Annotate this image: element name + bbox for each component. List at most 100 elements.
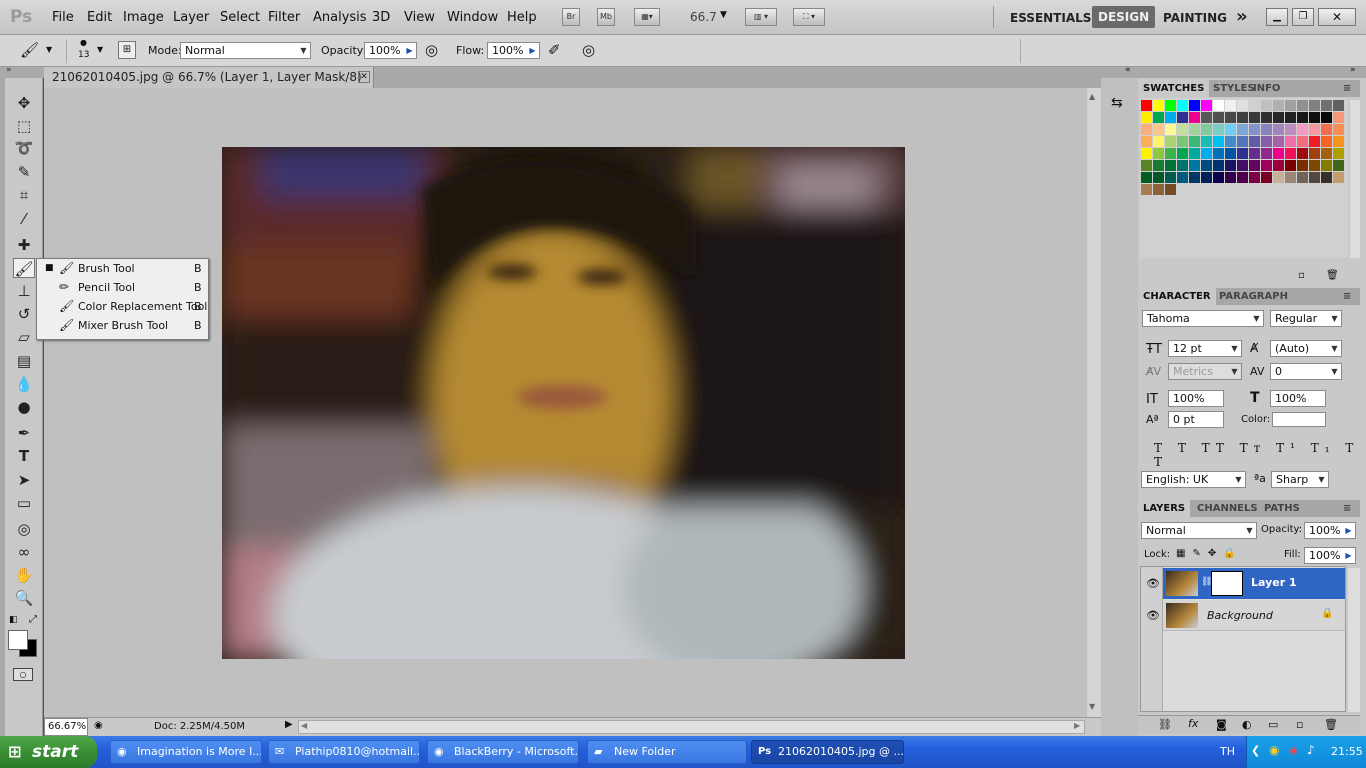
3d-orbit-tool-icon[interactable]: ∞ xyxy=(13,542,35,562)
tray-arrow-icon[interactable]: ❮ xyxy=(1251,744,1260,757)
panel-menu-icon[interactable]: ≡ xyxy=(1338,500,1356,517)
color-swatch[interactable] xyxy=(1237,172,1248,183)
menu-analysis[interactable]: Analysis xyxy=(313,10,367,25)
color-swatch[interactable] xyxy=(1213,112,1224,123)
status-info-icon[interactable]: ◉ xyxy=(94,720,103,731)
tab-info[interactable]: INFO xyxy=(1248,80,1285,97)
color-swatch[interactable] xyxy=(1285,136,1296,147)
color-swatch[interactable] xyxy=(1213,172,1224,183)
color-swatch[interactable] xyxy=(1261,160,1272,171)
layer-mask-thumbnail[interactable] xyxy=(1211,571,1243,596)
quick-mask-icon[interactable]: ○ xyxy=(13,668,33,681)
tab-channels[interactable]: CHANNELS xyxy=(1192,500,1263,517)
color-swatch[interactable] xyxy=(1261,148,1272,159)
color-swatch[interactable] xyxy=(1153,112,1164,123)
color-swatch[interactable] xyxy=(1153,124,1164,135)
color-swatch[interactable] xyxy=(1225,100,1236,111)
color-swatch[interactable] xyxy=(1153,160,1164,171)
swap-colors-icon[interactable]: ⤢ xyxy=(29,614,37,625)
color-swatch[interactable] xyxy=(1213,136,1224,147)
document-image[interactable] xyxy=(222,147,905,659)
color-swatch[interactable] xyxy=(1285,112,1296,123)
menu-select[interactable]: Select xyxy=(220,10,260,25)
lock-buttons[interactable]: ▦✎✥🔒 xyxy=(1176,548,1243,559)
color-swatch[interactable] xyxy=(1141,172,1152,183)
document-tab[interactable]: 21062010405.jpg @ 66.7% (Layer 1, Layer … xyxy=(44,67,374,105)
brush-panel-toggle-icon[interactable]: ⊞ xyxy=(118,41,136,59)
delete-swatch-icon[interactable]: 🗑 xyxy=(1326,270,1339,281)
vertical-scrollbar[interactable]: ▲ ▼ xyxy=(1087,88,1101,717)
color-swatch[interactable] xyxy=(1285,172,1296,183)
color-swatch[interactable] xyxy=(1309,136,1320,147)
marquee-tool-icon[interactable]: ⬚ xyxy=(13,116,35,136)
leading-select[interactable]: (Auto) ▼ xyxy=(1270,340,1342,357)
color-swatch[interactable] xyxy=(1177,172,1188,183)
path-selection-tool-icon[interactable]: ➤ xyxy=(13,470,35,490)
menu-layer[interactable]: Layer xyxy=(173,10,209,25)
color-swatch[interactable] xyxy=(1321,100,1332,111)
font-family-select[interactable]: Tahoma ▼ xyxy=(1142,310,1264,327)
tracking-select[interactable]: 0 ▼ xyxy=(1270,363,1342,380)
color-swatch[interactable] xyxy=(1333,100,1344,111)
color-swatch[interactable] xyxy=(1237,100,1248,111)
color-swatch[interactable] xyxy=(1141,136,1152,147)
color-swatch[interactable] xyxy=(1153,184,1164,195)
color-swatch[interactable] xyxy=(1261,100,1272,111)
panel-menu-icon[interactable]: ≡ xyxy=(1338,288,1356,305)
color-swatch[interactable] xyxy=(1261,136,1272,147)
workspace-more-icon[interactable]: » xyxy=(1236,6,1248,27)
color-swatch[interactable] xyxy=(1165,112,1176,123)
fx-icon[interactable]: fx xyxy=(1188,717,1198,730)
color-swatch[interactable] xyxy=(1189,160,1200,171)
task-photoshop[interactable]: Ps 21062010405.jpg @ ... xyxy=(751,740,904,764)
scroll-down-icon[interactable]: ▼ xyxy=(1089,702,1095,711)
color-swatch[interactable] xyxy=(1333,124,1344,135)
color-swatch[interactable] xyxy=(1249,112,1260,123)
scroll-right-icon[interactable]: ▶ xyxy=(1074,721,1080,730)
delete-layer-icon[interactable]: 🗑 xyxy=(1324,718,1338,731)
tab-character[interactable]: CHARACTER xyxy=(1138,288,1216,305)
color-swatch[interactable] xyxy=(1321,112,1332,123)
history-panel-icon[interactable]: ⇆ xyxy=(1111,95,1131,115)
text-color-swatch[interactable] xyxy=(1272,412,1326,427)
minimize-icon[interactable]: ▁ xyxy=(1266,8,1288,26)
chevron-right-icon[interactable]: ▶ xyxy=(1344,526,1353,535)
color-swatch[interactable] xyxy=(1333,160,1344,171)
fill-field[interactable]: 100% ▶ xyxy=(1304,547,1356,564)
color-swatch[interactable] xyxy=(1297,172,1308,183)
color-swatch[interactable] xyxy=(1153,172,1164,183)
horizontal-scale-field[interactable]: 100% xyxy=(1270,390,1326,407)
eye-icon[interactable]: 👁 xyxy=(1146,577,1160,590)
color-swatch[interactable] xyxy=(1273,136,1284,147)
flyout-item-color-replacement[interactable]: 🖌 Color Replacement Tool B xyxy=(37,297,208,316)
zoom-tool-icon[interactable]: 🔍 xyxy=(13,588,35,608)
clone-stamp-tool-icon[interactable]: ⊥ xyxy=(13,281,35,301)
color-swatch[interactable] xyxy=(1201,136,1212,147)
color-swatch[interactable] xyxy=(1333,172,1344,183)
new-layer-icon[interactable]: ▫ xyxy=(1296,718,1303,731)
color-swatch[interactable] xyxy=(1237,160,1248,171)
blur-tool-icon[interactable]: 💧 xyxy=(13,374,35,394)
mode-select[interactable]: Normal ▼ xyxy=(180,42,311,59)
menu-image[interactable]: Image xyxy=(123,10,164,25)
swatch-grid[interactable] xyxy=(1140,98,1348,258)
layers-scrollbar[interactable] xyxy=(1348,568,1360,712)
color-swatch[interactable] xyxy=(1237,136,1248,147)
color-swatch[interactable] xyxy=(1141,124,1152,135)
new-swatch-icon[interactable]: ▫ xyxy=(1298,270,1305,281)
color-swatch[interactable] xyxy=(1165,124,1176,135)
color-swatch[interactable] xyxy=(1177,112,1188,123)
gradient-tool-icon[interactable]: ▤ xyxy=(13,351,35,371)
color-swatch[interactable] xyxy=(1261,172,1272,183)
color-swatch[interactable] xyxy=(1309,172,1320,183)
layer-row-layer-1[interactable]: ⛓ Layer 1 xyxy=(1163,568,1345,599)
color-swatch[interactable] xyxy=(1153,148,1164,159)
color-swatch[interactable] xyxy=(1225,148,1236,159)
text-style-buttons[interactable]: T T TT Tт T¹ T₁ T T xyxy=(1154,441,1366,469)
tab-paths[interactable]: PATHS xyxy=(1259,500,1305,517)
layer-row-background[interactable]: Background 🔒 xyxy=(1163,600,1345,631)
color-swatch[interactable] xyxy=(1189,112,1200,123)
color-swatch[interactable] xyxy=(1153,100,1164,111)
pressure-opacity-icon[interactable]: ◎ xyxy=(425,41,438,59)
close-tab-icon[interactable]: ✕ xyxy=(358,71,370,83)
